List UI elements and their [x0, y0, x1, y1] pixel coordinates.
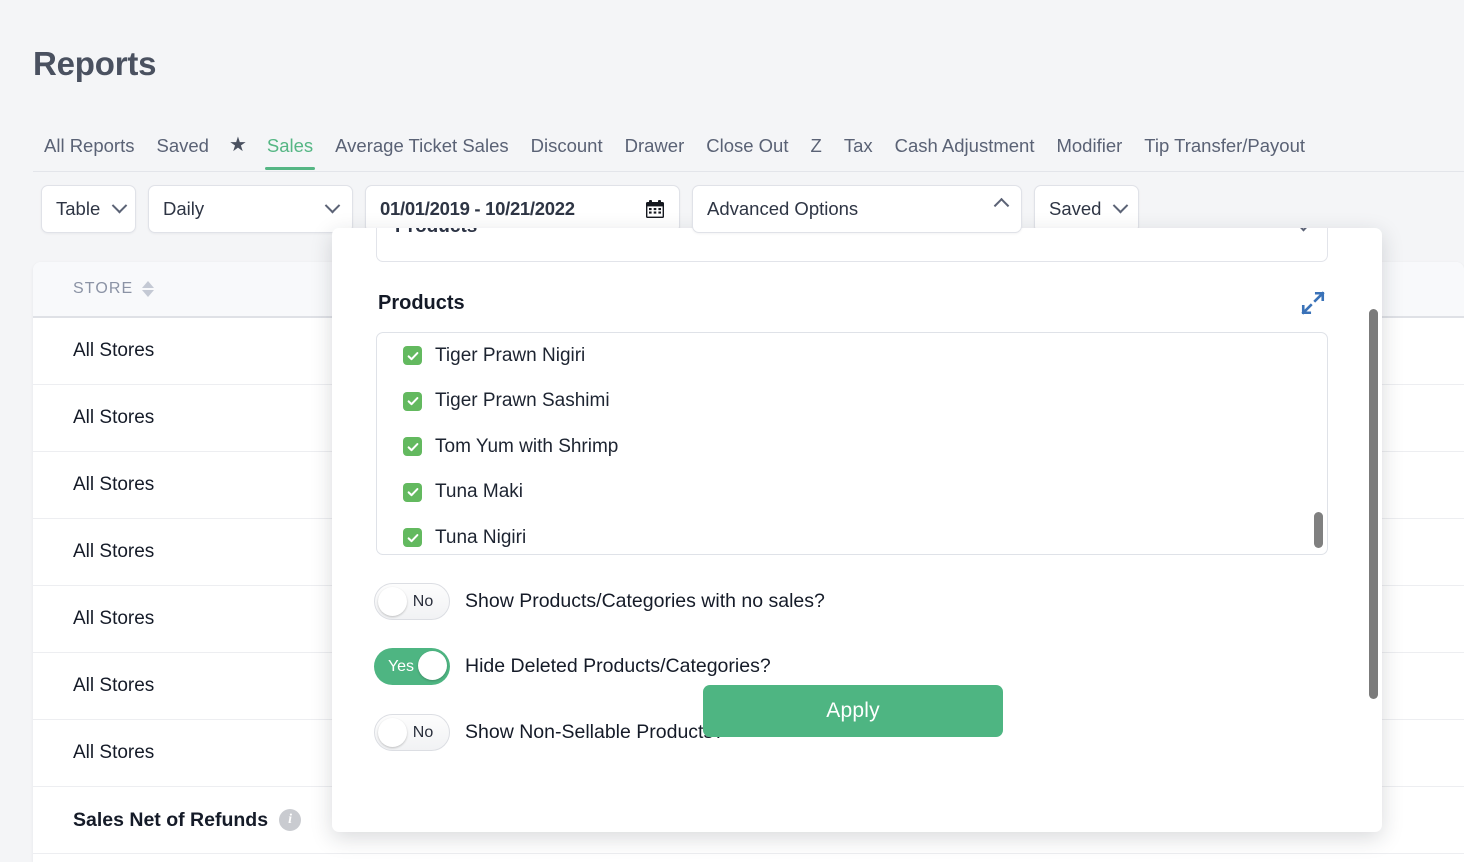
toggle-hide-deleted[interactable]: Yes [374, 648, 450, 685]
toggle-row-show-non-sellable: No Show Non-Sellable Products? [374, 714, 724, 751]
saved-value: Saved [1049, 198, 1102, 219]
cell-store: All Stores [73, 407, 155, 428]
interval-value: Daily [163, 198, 205, 219]
modal-scrollbar-thumb[interactable] [1369, 309, 1378, 699]
toggle-value: No [412, 592, 434, 610]
product-name: Tiger Prawn Nigiri [435, 344, 586, 366]
chevron-down-icon [1295, 228, 1312, 238]
column-header-store[interactable]: STORE [33, 280, 155, 298]
chevron-down-icon [1101, 197, 1129, 217]
date-range-value: 01/01/2019 - 10/21/2022 [380, 198, 575, 219]
tab-drawer[interactable]: Drawer [614, 126, 696, 170]
checkbox-checked-icon[interactable] [403, 528, 422, 548]
cell-store: All Stores [73, 541, 155, 562]
checkbox-checked-icon[interactable] [403, 346, 422, 366]
chevron-down-icon [313, 197, 341, 217]
product-name: Tiger Prawn Sashimi [435, 390, 610, 412]
date-range-picker[interactable]: 01/01/2019 - 10/21/2022 [365, 185, 680, 233]
toggle-label: Hide Deleted Products/Categories? [465, 655, 771, 677]
product-list-item[interactable]: Tom Yum with Shrimp [377, 424, 1327, 470]
tab-close-out[interactable]: Close Out [695, 126, 799, 170]
toggle-knob [378, 718, 407, 747]
info-icon[interactable]: i [279, 809, 302, 831]
toggle-label: Show Non-Sellable Products? [465, 721, 725, 743]
cell-store: All Stores [73, 675, 155, 696]
column-header-label: STORE [73, 280, 134, 297]
product-list-item[interactable]: Tiger Prawn Nigiri [377, 333, 1327, 379]
chevron-up-icon [982, 197, 1010, 217]
advanced-options-toggle[interactable]: Advanced Options [692, 185, 1022, 233]
products-section-title: Products [378, 292, 465, 314]
toggle-show-no-sales[interactable]: No [374, 583, 450, 620]
toggle-knob [378, 587, 407, 616]
tab-modifier[interactable]: Modifier [1045, 126, 1133, 170]
tab-cash-adjustment[interactable]: Cash Adjustment [884, 126, 1046, 170]
reports-page: Reports All Reports Saved ★ Sales Averag… [0, 0, 1464, 862]
product-name: Tom Yum with Shrimp [435, 435, 619, 457]
toggle-knob [418, 651, 447, 680]
report-toolbar: Table Daily 01/01/2019 - 10/21/2022 Adva… [41, 185, 1139, 233]
tab-saved[interactable]: Saved [145, 126, 219, 170]
toggle-row-show-no-sales: No Show Products/Categories with no sale… [374, 583, 825, 620]
tab-discount[interactable]: Discount [520, 126, 614, 170]
checkbox-checked-icon[interactable] [403, 391, 422, 411]
checkbox-checked-icon[interactable] [403, 482, 422, 502]
product-name: Tuna Maki [435, 481, 523, 503]
star-icon[interactable]: ★ [220, 126, 256, 170]
view-type-select[interactable]: Table [41, 185, 136, 233]
products-checklist[interactable]: Tiger Prawn Nigiri Tiger Prawn Sashimi T… [376, 332, 1328, 555]
products-scrollbar-thumb[interactable] [1314, 512, 1323, 548]
tab-all-reports[interactable]: All Reports [33, 126, 145, 170]
apply-button[interactable]: Apply [703, 685, 1003, 737]
cell-store: All Stores [73, 474, 155, 495]
cell-store: All Stores [73, 608, 155, 629]
tab-z[interactable]: Z [800, 126, 833, 170]
saved-select[interactable]: Saved [1034, 185, 1139, 233]
view-type-value: Table [56, 198, 101, 219]
cell-store: All Stores [73, 742, 155, 763]
page-title: Reports [33, 45, 157, 82]
sort-icon[interactable] [142, 281, 155, 297]
tab-tip-transfer-payout[interactable]: Tip Transfer/Payout [1133, 126, 1316, 170]
toggle-show-non-sellable[interactable]: No [374, 714, 450, 751]
tab-tax[interactable]: Tax [833, 126, 884, 170]
product-list-item[interactable]: Tuna Maki [377, 470, 1327, 516]
calendar-icon [646, 200, 664, 218]
report-tabs: All Reports Saved ★ Sales Average Ticket… [33, 124, 1316, 172]
products-select[interactable]: Products [376, 228, 1328, 262]
expand-icon[interactable] [1300, 290, 1326, 316]
chevron-down-icon [100, 197, 128, 217]
tab-average-ticket-sales[interactable]: Average Ticket Sales [324, 126, 519, 170]
toggle-row-hide-deleted: Yes Hide Deleted Products/Categories? [374, 648, 771, 685]
interval-select[interactable]: Daily [148, 185, 353, 233]
tab-sales[interactable]: Sales [256, 126, 324, 170]
total-row-label: Sales Net of Refunds [73, 808, 269, 831]
product-list-item[interactable]: Tuna Nigiri [377, 515, 1327, 554]
advanced-options-panel: Products Products Tiger Prawn Nigiri Tig… [332, 228, 1382, 832]
product-name: Tuna Nigiri [435, 526, 527, 548]
toggle-value: No [412, 723, 434, 741]
toggle-value: Yes [387, 657, 415, 675]
cell-store: All Stores [73, 340, 155, 361]
products-select-value: Products [395, 228, 477, 238]
toggle-label: Show Products/Categories with no sales? [465, 590, 825, 612]
checkbox-checked-icon[interactable] [403, 437, 422, 457]
advanced-options-label: Advanced Options [707, 198, 859, 219]
product-list-item[interactable]: Tiger Prawn Sashimi [377, 379, 1327, 425]
tabbar-divider [33, 171, 1464, 172]
